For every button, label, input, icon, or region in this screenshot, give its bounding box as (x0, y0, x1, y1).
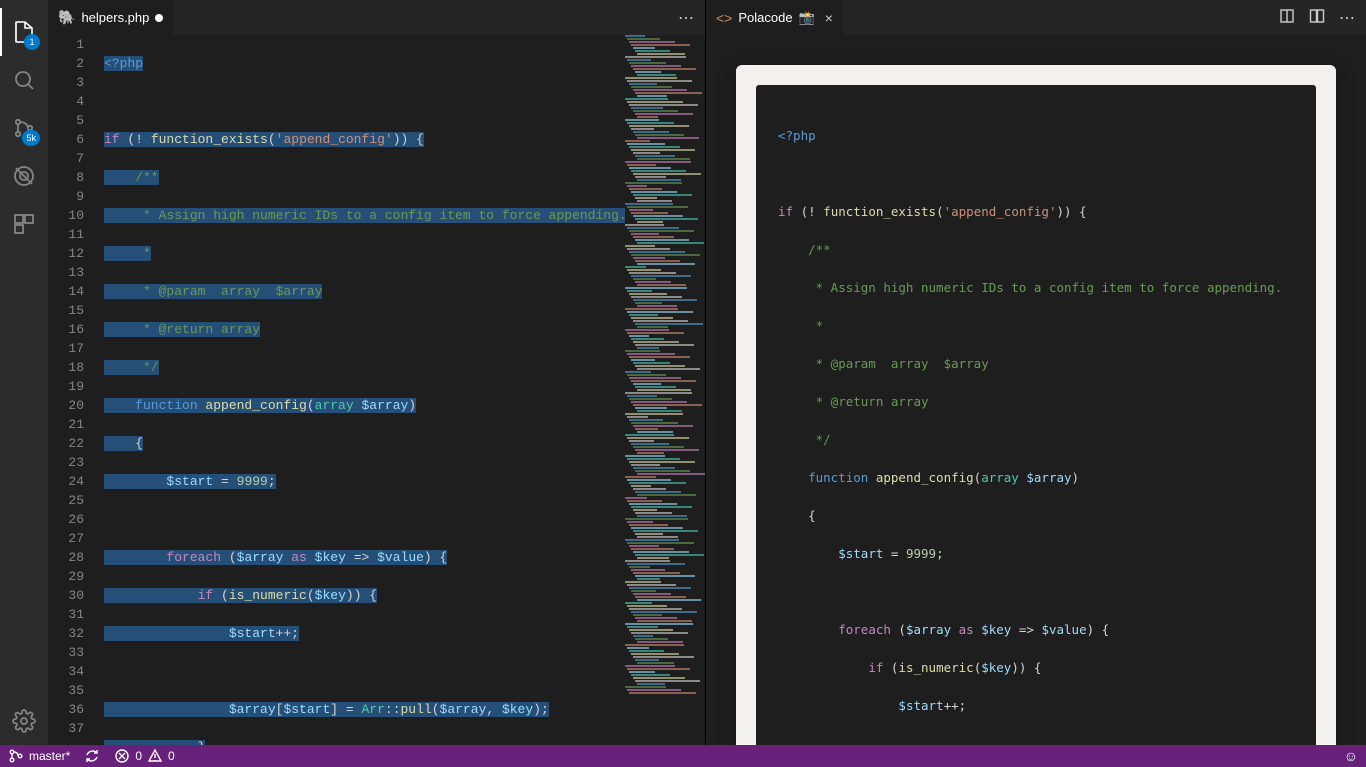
open-side-icon[interactable] (1279, 8, 1295, 27)
source-control-icon[interactable]: 5k (0, 104, 48, 152)
activity-bar: 1 5k (0, 0, 48, 745)
status-sync[interactable] (84, 748, 100, 764)
modified-dot-icon (155, 14, 163, 22)
code-lines[interactable]: <?php if (! function_exists('append_conf… (104, 35, 625, 745)
debug-icon[interactable] (0, 152, 48, 200)
php-file-icon: 🐘 (58, 9, 75, 26)
polacode-code-preview: <?php if (! function_exists('append_conf… (756, 85, 1316, 745)
close-icon[interactable]: × (825, 10, 833, 26)
code-brackets-icon: <> (716, 10, 732, 26)
tab-label: helpers.php (81, 10, 149, 25)
status-bar: master* 0 0 ☺ (0, 745, 1366, 767)
more-actions-icon[interactable]: ⋯ (678, 8, 695, 28)
status-problems[interactable]: 0 0 (114, 748, 174, 764)
split-editor-icon[interactable] (1309, 8, 1325, 27)
tabs-row: 🐘 helpers.php ⋯ (48, 0, 705, 35)
polacode-camera-icon: 📸 (799, 10, 815, 26)
status-branch[interactable]: master* (8, 748, 70, 764)
polacode-title: Polacode (738, 10, 792, 25)
explorer-icon[interactable]: 1 (0, 8, 48, 56)
search-icon[interactable] (0, 56, 48, 104)
minimap[interactable]: /*minimap drawn below*/ (625, 35, 705, 745)
tab-helpers-php[interactable]: 🐘 helpers.php (48, 0, 174, 35)
code-editor[interactable]: 1234567891011121314151617181920212223242… (48, 35, 705, 745)
editor-group: 🐘 helpers.php ⋯ 123456789101112131415161… (48, 0, 706, 745)
polacode-frame: <?php if (! function_exists('append_conf… (736, 65, 1336, 745)
extensions-icon[interactable] (0, 200, 48, 248)
polacode-tabs: <> Polacode 📸 × ⋯ (706, 0, 1366, 35)
settings-gear-icon[interactable] (0, 697, 48, 745)
line-gutter: 1234567891011121314151617181920212223242… (48, 35, 104, 745)
more-actions-icon[interactable]: ⋯ (1339, 8, 1356, 28)
status-feedback-icon[interactable]: ☺ (1344, 748, 1358, 764)
explorer-badge: 1 (24, 34, 40, 50)
polacode-panel: <> Polacode 📸 × ⋯ <?php if (! function_e… (706, 0, 1366, 745)
scm-badge: 5k (22, 130, 40, 146)
tab-polacode[interactable]: <> Polacode 📸 × (706, 0, 844, 35)
